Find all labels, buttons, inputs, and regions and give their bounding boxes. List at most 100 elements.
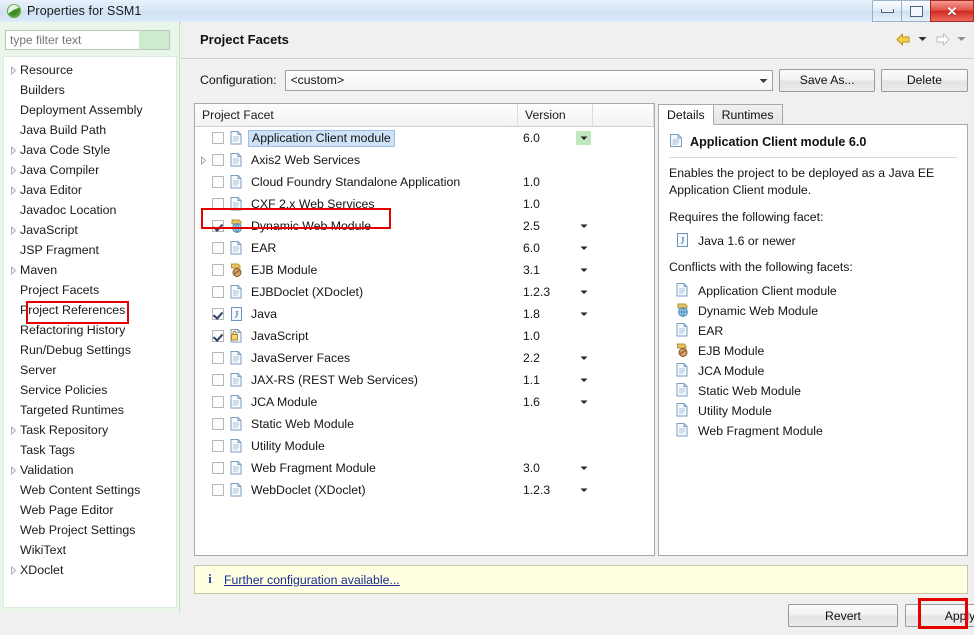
facet-checkbox[interactable] xyxy=(212,198,224,210)
sidebar-item-deployment-assembly[interactable]: Deployment Assembly xyxy=(4,100,176,120)
back-button[interactable] xyxy=(892,29,914,49)
sidebar-item-maven[interactable]: Maven xyxy=(4,260,176,280)
facet-checkbox[interactable] xyxy=(212,352,224,364)
column-header-version[interactable]: Version xyxy=(518,104,593,126)
expand-arrow-icon[interactable] xyxy=(6,180,20,200)
facet-checkbox[interactable] xyxy=(212,220,224,232)
sidebar-item-project-facets[interactable]: Project Facets xyxy=(4,280,176,300)
sidebar-item-project-references[interactable]: Project References xyxy=(4,300,176,320)
expand-arrow-icon[interactable] xyxy=(6,140,20,160)
configuration-select[interactable]: <custom> xyxy=(284,69,774,91)
facet-checkbox[interactable] xyxy=(212,462,224,474)
sidebar-item-targeted-runtimes[interactable]: Targeted Runtimes xyxy=(4,400,176,420)
sidebar-item-javadoc-location[interactable]: Javadoc Location xyxy=(4,200,176,220)
sidebar-item-run-debug-settings[interactable]: Run/Debug Settings xyxy=(4,340,176,360)
save-as-button[interactable]: Save As... xyxy=(779,68,875,92)
expand-arrow-icon[interactable] xyxy=(6,560,20,580)
version-dropdown-button[interactable] xyxy=(576,131,591,145)
facet-checkbox[interactable] xyxy=(212,132,224,144)
sidebar-item-resource[interactable]: Resource xyxy=(4,60,176,80)
forward-dropdown-button[interactable] xyxy=(955,29,968,49)
sidebar-item-builders[interactable]: Builders xyxy=(4,80,176,100)
table-row[interactable]: J Java 1.8 xyxy=(195,303,654,325)
sidebar-item-task-repository[interactable]: Task Repository xyxy=(4,420,176,440)
facet-checkbox[interactable] xyxy=(212,484,224,496)
facet-checkbox[interactable] xyxy=(212,440,224,452)
sidebar-item-wikitext[interactable]: WikiText xyxy=(4,540,176,560)
facet-checkbox[interactable] xyxy=(212,418,224,430)
facet-checkbox[interactable] xyxy=(212,264,224,276)
table-row[interactable]: Static Web Module xyxy=(195,413,654,435)
sidebar-item-web-page-editor[interactable]: Web Page Editor xyxy=(4,500,176,520)
version-dropdown-button[interactable] xyxy=(576,461,591,475)
doc-icon xyxy=(229,174,244,190)
revert-button[interactable]: Revert xyxy=(788,604,898,627)
expand-arrow-icon[interactable] xyxy=(6,460,20,480)
table-row[interactable]: WebDoclet (XDoclet) 1.2.3 xyxy=(195,479,654,501)
sidebar-item-java-code-style[interactable]: Java Code Style xyxy=(4,140,176,160)
apply-button[interactable]: Apply xyxy=(905,604,974,627)
sidebar-item-validation[interactable]: Validation xyxy=(4,460,176,480)
sidebar-item-task-tags[interactable]: Task Tags xyxy=(4,440,176,460)
table-row[interactable]: CXF 2.x Web Services 1.0 xyxy=(195,193,654,215)
facet-checkbox[interactable] xyxy=(212,308,224,320)
further-configuration-link[interactable]: Further configuration available... xyxy=(224,573,400,587)
delete-button[interactable]: Delete xyxy=(880,68,968,92)
back-dropdown-button[interactable] xyxy=(916,29,929,49)
sidebar-item-xdoclet[interactable]: XDoclet xyxy=(4,560,176,580)
sidebar-item-java-build-path[interactable]: Java Build Path xyxy=(4,120,176,140)
table-row[interactable]: JAX-RS (REST Web Services) 1.1 xyxy=(195,369,654,391)
facet-version: 2.5 xyxy=(523,219,540,233)
table-row[interactable]: EJB Module 3.1 xyxy=(195,259,654,281)
version-dropdown-button[interactable] xyxy=(576,219,591,233)
expand-arrow-icon[interactable] xyxy=(6,260,20,280)
tab-details[interactable]: Details xyxy=(658,104,714,125)
facet-checkbox[interactable] xyxy=(212,330,224,342)
table-row[interactable]: Axis2 Web Services xyxy=(195,149,654,171)
sidebar-item-service-policies[interactable]: Service Policies xyxy=(4,380,176,400)
facet-checkbox[interactable] xyxy=(212,176,224,188)
table-row[interactable]: EJBDoclet (XDoclet) 1.2.3 xyxy=(195,281,654,303)
table-row[interactable]: Web Fragment Module 3.0 xyxy=(195,457,654,479)
facet-checkbox[interactable] xyxy=(212,374,224,386)
facet-checkbox[interactable] xyxy=(212,286,224,298)
version-dropdown-button[interactable] xyxy=(576,373,591,387)
version-dropdown-button[interactable] xyxy=(576,307,591,321)
sidebar-item-server[interactable]: Server xyxy=(4,360,176,380)
table-row[interactable]: JCA Module 1.6 xyxy=(195,391,654,413)
close-button[interactable]: ✕ xyxy=(930,0,974,22)
sidebar-item-java-editor[interactable]: Java Editor xyxy=(4,180,176,200)
table-row[interactable]: Utility Module xyxy=(195,435,654,457)
expand-arrow-icon[interactable] xyxy=(6,220,20,240)
minimize-button[interactable] xyxy=(872,0,901,22)
expand-arrow-icon[interactable] xyxy=(6,420,20,440)
version-dropdown-button[interactable] xyxy=(576,351,591,365)
table-row[interactable]: JavaServer Faces 2.2 xyxy=(195,347,654,369)
sidebar-item-jsp-fragment[interactable]: JSP Fragment xyxy=(4,240,176,260)
expand-arrow-icon[interactable] xyxy=(6,60,20,80)
table-row[interactable]: EAR 6.0 xyxy=(195,237,654,259)
facet-checkbox[interactable] xyxy=(212,154,224,166)
sidebar-item-java-compiler[interactable]: Java Compiler xyxy=(4,160,176,180)
sidebar-item-javascript[interactable]: JavaScript xyxy=(4,220,176,240)
expand-arrow-icon[interactable] xyxy=(6,160,20,180)
tab-runtimes[interactable]: Runtimes xyxy=(712,104,783,125)
sidebar-item-refactoring-history[interactable]: Refactoring History xyxy=(4,320,176,340)
table-row[interactable]: Application Client module 6.0 xyxy=(195,127,654,149)
version-dropdown-button[interactable] xyxy=(576,395,591,409)
table-row[interactable]: Dynamic Web Module 2.5 xyxy=(195,215,654,237)
version-dropdown-button[interactable] xyxy=(576,263,591,277)
sidebar-item-web-project-settings[interactable]: Web Project Settings xyxy=(4,520,176,540)
column-header-facet[interactable]: Project Facet xyxy=(195,104,518,126)
version-dropdown-button[interactable] xyxy=(576,483,591,497)
facet-checkbox[interactable] xyxy=(212,242,224,254)
expand-arrow-icon[interactable] xyxy=(195,149,212,171)
version-dropdown-button[interactable] xyxy=(576,241,591,255)
facet-checkbox[interactable] xyxy=(212,396,224,408)
table-row[interactable]: Cloud Foundry Standalone Application 1.0 xyxy=(195,171,654,193)
table-row[interactable]: JavaScript 1.0 xyxy=(195,325,654,347)
version-dropdown-button[interactable] xyxy=(576,285,591,299)
forward-button[interactable] xyxy=(931,29,953,49)
sidebar-item-web-content-settings[interactable]: Web Content Settings xyxy=(4,480,176,500)
maximize-button[interactable] xyxy=(901,0,930,22)
